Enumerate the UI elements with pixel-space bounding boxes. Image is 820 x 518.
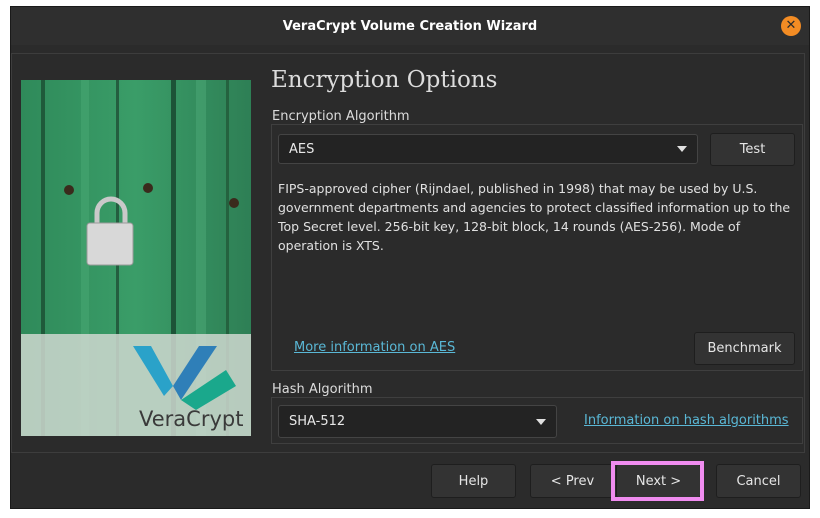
cancel-button[interactable]: Cancel bbox=[716, 464, 801, 498]
title-bar[interactable]: VeraCrypt Volume Creation Wizard ✕ bbox=[11, 7, 809, 45]
wizard-window: VeraCrypt Volume Creation Wizard ✕ VeraC… bbox=[10, 6, 810, 509]
prev-button[interactable]: < Prev bbox=[530, 464, 615, 498]
hash-group-label: Hash Algorithm bbox=[269, 382, 376, 397]
encryption-algorithm-select[interactable]: AES bbox=[278, 134, 698, 164]
wizard-side-image: VeraCrypt bbox=[21, 80, 251, 436]
next-button[interactable]: Next > bbox=[616, 464, 701, 498]
next-button-label: Next > bbox=[635, 473, 682, 489]
help-button-label: Help bbox=[458, 473, 489, 489]
close-icon[interactable]: ✕ bbox=[781, 16, 801, 36]
cancel-button-label: Cancel bbox=[736, 473, 781, 489]
more-info-aes-link[interactable]: More information on AES bbox=[294, 340, 455, 355]
hash-algorithm-select[interactable]: SHA-512 bbox=[278, 405, 557, 438]
benchmark-button[interactable]: Benchmark bbox=[694, 332, 795, 365]
benchmark-button-label: Benchmark bbox=[707, 341, 782, 356]
chevron-down-icon bbox=[536, 418, 546, 425]
test-button-label: Test bbox=[739, 142, 766, 157]
encryption-group-label: Encryption Algorithm bbox=[269, 109, 413, 124]
help-button[interactable]: Help bbox=[431, 464, 516, 498]
chevron-down-icon bbox=[677, 146, 687, 152]
hash-info-link[interactable]: Information on hash algorithms bbox=[584, 413, 789, 428]
test-button[interactable]: Test bbox=[710, 133, 795, 166]
page-title: Encryption Options bbox=[271, 67, 498, 93]
algorithm-description: FIPS-approved cipher (Rijndael, publishe… bbox=[278, 181, 791, 253]
hash-selected-value: SHA-512 bbox=[289, 414, 346, 429]
prev-button-label: < Prev bbox=[550, 473, 595, 489]
encryption-selected-value: AES bbox=[289, 141, 315, 157]
window-title: VeraCrypt Volume Creation Wizard bbox=[282, 18, 538, 34]
veracrypt-logo-text: VeraCrypt bbox=[139, 407, 244, 431]
